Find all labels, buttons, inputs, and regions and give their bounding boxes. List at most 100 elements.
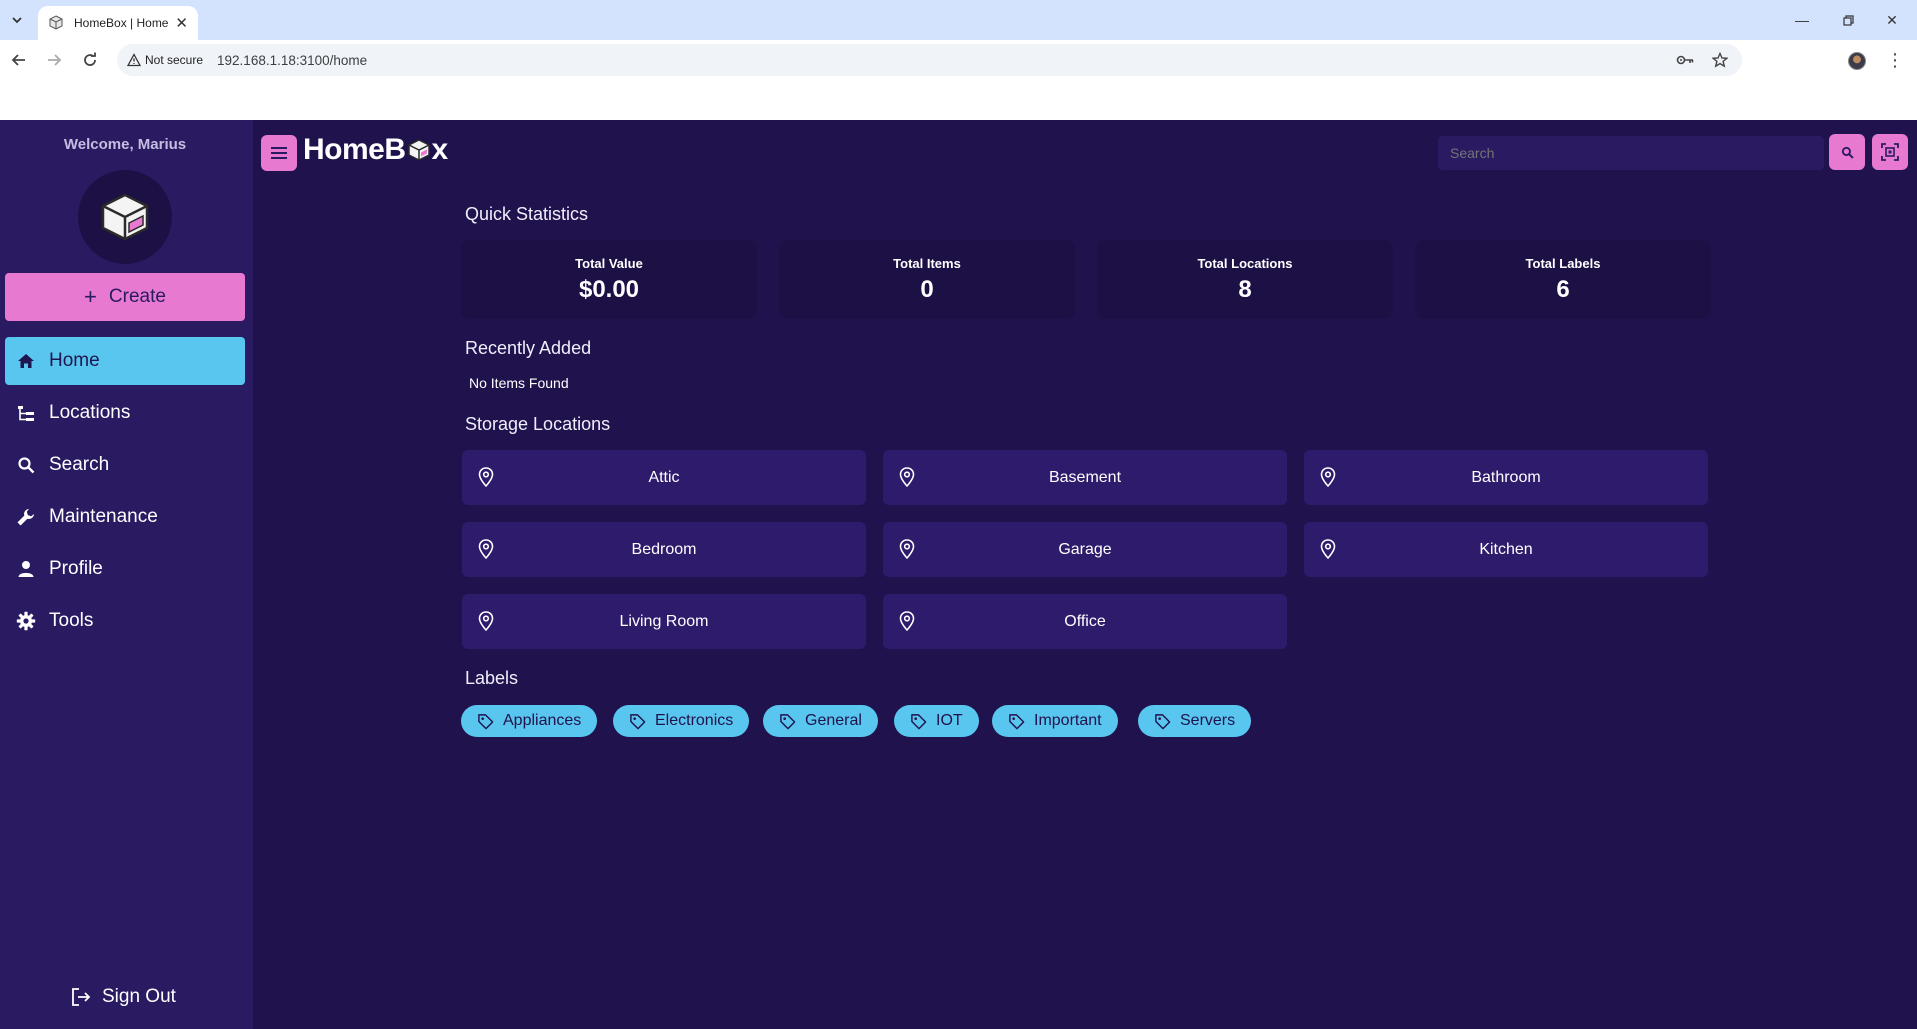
label-name: General bbox=[805, 712, 862, 729]
sidebar-item-label: Tools bbox=[49, 610, 94, 631]
label-chip[interactable]: Electronics bbox=[613, 705, 750, 737]
close-window-icon[interactable]: ✕ bbox=[1880, 8, 1904, 32]
box-logo-icon bbox=[101, 193, 149, 241]
sidebar-item-maintenance[interactable]: Maintenance bbox=[5, 493, 245, 541]
location-name: Garage bbox=[1058, 540, 1112, 558]
stat-card-total-labels: Total Labels 6 bbox=[1415, 240, 1711, 319]
sidebar-item-home[interactable]: Home bbox=[5, 337, 245, 385]
location-card[interactable]: Garage bbox=[883, 522, 1287, 577]
tag-icon bbox=[477, 713, 494, 730]
map-pin-icon bbox=[478, 611, 494, 631]
sidebar-item-label: Home bbox=[49, 350, 100, 371]
url-text: 192.168.1.18:3100/home bbox=[217, 52, 368, 68]
stat-value: 6 bbox=[1556, 276, 1570, 303]
label-chip[interactable]: Important bbox=[992, 705, 1118, 737]
back-arrow-icon[interactable] bbox=[7, 48, 31, 72]
recently-added-title: Recently Added bbox=[465, 338, 592, 358]
location-card[interactable]: Kitchen bbox=[1304, 522, 1708, 577]
sign-out-button[interactable]: Sign Out bbox=[70, 986, 176, 1008]
location-card[interactable]: Basement bbox=[883, 450, 1287, 505]
stat-card-total-items: Total Items 0 bbox=[779, 240, 1075, 319]
person-icon bbox=[15, 558, 37, 580]
label-name: Servers bbox=[1180, 712, 1236, 729]
stat-label: Total Items bbox=[893, 256, 961, 271]
sidebar: Welcome, Marius + Create Home Locations … bbox=[0, 120, 253, 1029]
map-pin-icon bbox=[478, 467, 494, 487]
sidebar-item-search[interactable]: Search bbox=[5, 441, 245, 489]
home-icon bbox=[15, 350, 37, 372]
location-card[interactable]: Living Room bbox=[462, 594, 866, 649]
browser-menu-icon[interactable]: ⋮ bbox=[1885, 50, 1905, 70]
browser-profile-avatar[interactable] bbox=[1848, 52, 1866, 70]
storage-locations-title: Storage Locations bbox=[465, 414, 611, 434]
sidebar-item-label: Search bbox=[49, 454, 110, 475]
app-logo bbox=[78, 170, 172, 264]
box-logo-icon bbox=[407, 139, 430, 161]
tag-icon bbox=[1008, 713, 1025, 730]
reload-icon[interactable] bbox=[78, 48, 102, 72]
location-name: Attic bbox=[648, 468, 680, 486]
stat-card-total-value: Total Value $0.00 bbox=[461, 240, 757, 319]
tag-icon bbox=[1154, 713, 1171, 730]
brand-text-end: x bbox=[431, 133, 449, 166]
address-bar[interactable]: Not secure 192.168.1.18:3100/home bbox=[117, 44, 1742, 76]
close-tab-icon[interactable]: ✕ bbox=[175, 14, 188, 32]
stat-value: 0 bbox=[920, 276, 934, 303]
warning-icon bbox=[127, 53, 141, 67]
tab-search-button[interactable] bbox=[5, 8, 29, 32]
location-card[interactable]: Bedroom bbox=[462, 522, 866, 577]
label-chip[interactable]: IOT bbox=[894, 705, 979, 737]
quick-statistics-title: Quick Statistics bbox=[465, 204, 589, 224]
menu-toggle-button[interactable] bbox=[261, 135, 297, 171]
stat-value: 8 bbox=[1238, 276, 1252, 303]
tag-icon bbox=[910, 713, 927, 730]
stat-label: Total Value bbox=[575, 256, 643, 271]
sidebar-item-label: Maintenance bbox=[49, 506, 158, 527]
map-pin-icon bbox=[899, 467, 915, 487]
create-button[interactable]: + Create bbox=[5, 273, 245, 321]
search-input[interactable] bbox=[1438, 136, 1824, 170]
tag-icon bbox=[629, 713, 646, 730]
label-name: IOT bbox=[936, 712, 963, 729]
restore-window-icon[interactable] bbox=[1836, 8, 1860, 32]
welcome-text: Welcome, Marius bbox=[63, 136, 187, 153]
location-name: Bathroom bbox=[1471, 468, 1541, 486]
location-card[interactable]: Office bbox=[883, 594, 1287, 649]
password-key-icon[interactable] bbox=[1675, 50, 1695, 70]
browser-tab[interactable]: HomeBox | Home ✕ bbox=[38, 6, 198, 40]
plus-icon: + bbox=[84, 284, 97, 309]
map-pin-icon bbox=[899, 611, 915, 631]
location-name: Living Room bbox=[619, 612, 709, 630]
search-icon bbox=[1841, 146, 1854, 159]
bookmark-star-icon[interactable] bbox=[1710, 50, 1730, 70]
search-button[interactable] bbox=[1829, 134, 1865, 170]
label-chip[interactable]: Servers bbox=[1138, 705, 1252, 737]
homebox-favicon-icon bbox=[49, 15, 63, 30]
label-chip[interactable]: General bbox=[763, 705, 878, 737]
hamburger-icon bbox=[271, 147, 287, 159]
map-pin-icon bbox=[899, 539, 915, 559]
tree-icon bbox=[15, 402, 37, 424]
chevron-down-icon bbox=[12, 17, 22, 24]
forward-arrow-icon[interactable] bbox=[42, 48, 66, 72]
sidebar-item-label: Profile bbox=[49, 558, 103, 579]
browser-toolbar: Not secure 192.168.1.18:3100/home ⋮ bbox=[0, 40, 1917, 80]
location-card[interactable]: Attic bbox=[462, 450, 866, 505]
stat-value: $0.00 bbox=[578, 276, 640, 303]
location-name: Bedroom bbox=[631, 540, 697, 558]
scan-button[interactable] bbox=[1872, 134, 1908, 170]
labels-title: Labels bbox=[465, 668, 519, 688]
security-chip[interactable]: Not secure bbox=[127, 53, 203, 67]
security-label: Not secure bbox=[145, 53, 204, 67]
location-card[interactable]: Bathroom bbox=[1304, 450, 1708, 505]
tab-title: HomeBox | Home bbox=[74, 16, 169, 30]
brand-wordmark[interactable]: HomeB x bbox=[303, 133, 448, 167]
label-chip[interactable]: Appliances bbox=[461, 705, 598, 737]
sidebar-item-profile[interactable]: Profile bbox=[5, 545, 245, 593]
sidebar-item-locations[interactable]: Locations bbox=[5, 389, 245, 437]
stat-label: Total Locations bbox=[1197, 256, 1293, 271]
label-name: Electronics bbox=[655, 712, 734, 729]
create-label: Create bbox=[108, 286, 166, 307]
minimize-window-icon[interactable]: — bbox=[1790, 8, 1814, 32]
sidebar-item-tools[interactable]: Tools bbox=[5, 597, 245, 645]
